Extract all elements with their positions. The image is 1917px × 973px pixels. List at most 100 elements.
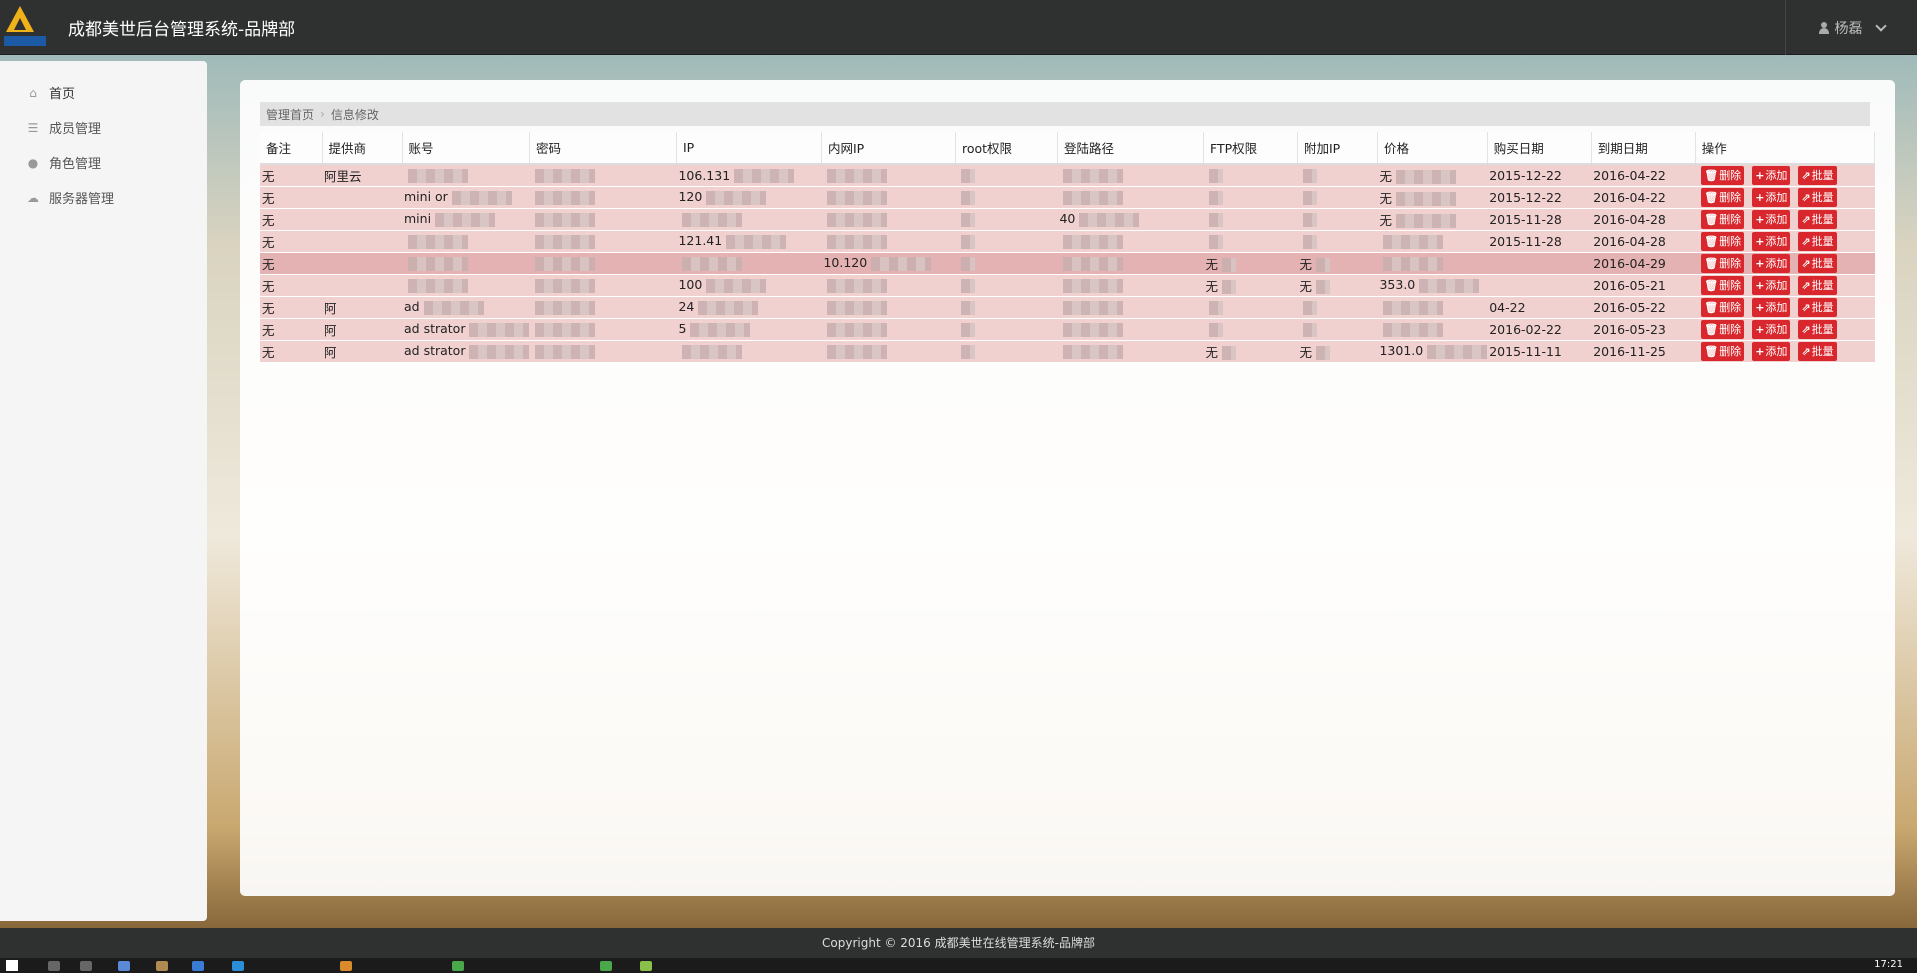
cell-text: 2015-11-28 xyxy=(1489,211,1562,227)
cell-text: 2016-04-22 xyxy=(1593,167,1666,183)
table-cell-path xyxy=(1057,164,1204,187)
table-cell-inner-ip xyxy=(821,274,956,297)
button-label: 添加 xyxy=(1765,344,1788,358)
browser-icon[interactable] xyxy=(192,961,204,971)
cell-text: mini or xyxy=(404,189,448,205)
batch-button[interactable]: ⇗批量 xyxy=(1798,341,1837,361)
add-icon: + xyxy=(1755,256,1765,270)
redacted-mosaic xyxy=(690,322,751,337)
add-button[interactable]: +添加 xyxy=(1752,319,1791,339)
cell-text: 2015-12-22 xyxy=(1489,189,1562,205)
table-cell-note: 无 xyxy=(260,186,322,209)
redacted-mosaic xyxy=(827,169,888,183)
delete-button[interactable]: 🗑删除 xyxy=(1701,275,1745,295)
add-button[interactable]: +添加 xyxy=(1752,209,1791,229)
button-label: 添加 xyxy=(1765,234,1788,248)
add-button[interactable]: +添加 xyxy=(1752,275,1791,295)
user-menu[interactable]: 杨磊 xyxy=(1785,0,1917,55)
batch-button[interactable]: ⇗批量 xyxy=(1798,253,1837,273)
breadcrumb: 管理首页 › 信息修改 xyxy=(260,102,1870,126)
delete-button[interactable]: 🗑删除 xyxy=(1701,253,1745,273)
button-label: 添加 xyxy=(1765,168,1788,182)
delete-button[interactable]: 🗑删除 xyxy=(1701,341,1745,361)
cell-text: 无 xyxy=(262,278,275,294)
app-icon[interactable] xyxy=(232,961,244,971)
app-title: 成都美世后台管理系统-品牌部 xyxy=(68,19,296,40)
batch-button[interactable]: ⇗批量 xyxy=(1798,275,1837,295)
batch-icon: ⇗ xyxy=(1801,278,1811,292)
redacted-mosaic xyxy=(961,300,976,315)
redacted-mosaic xyxy=(469,322,530,337)
table-cell-note: 无 xyxy=(260,318,322,341)
add-button[interactable]: +添加 xyxy=(1752,297,1791,317)
redacted-mosaic xyxy=(682,344,743,359)
search-icon[interactable] xyxy=(48,961,60,971)
table-row: 无 阿 ad 24 04-22 2016-05-22 🗑删除 +添加 ⇗批量 xyxy=(260,296,1875,319)
add-button[interactable]: +添加 xyxy=(1752,231,1791,251)
table-cell-provider xyxy=(322,230,402,253)
chevron-down-icon xyxy=(1874,19,1887,32)
server-table: 备注 提供商 账号 密码 IP 内网IP root权限 登陆路径 FTP权限 附… xyxy=(260,132,1876,363)
add-button[interactable]: +添加 xyxy=(1752,253,1791,273)
task-view-icon[interactable] xyxy=(80,961,92,971)
sidebar-item-members[interactable]: ☰ 成员管理 xyxy=(0,110,207,145)
delete-icon: 🗑 xyxy=(1704,168,1719,182)
table-cell-inner-ip xyxy=(821,208,956,231)
batch-button[interactable]: ⇗批量 xyxy=(1798,297,1837,317)
app-icon[interactable] xyxy=(340,961,352,971)
button-label: 删除 xyxy=(1719,190,1742,204)
windows-start-icon[interactable] xyxy=(6,960,18,971)
delete-button[interactable]: 🗑删除 xyxy=(1701,165,1745,185)
table-cell-ip: 24 xyxy=(676,296,822,319)
os-taskbar: 17:21 xyxy=(0,958,1917,973)
sidebar-item-home[interactable]: ⌂ 首页 xyxy=(0,75,207,110)
table-cell-inner-ip xyxy=(821,340,956,363)
app-icon[interactable] xyxy=(452,961,464,971)
table-cell-ops: 🗑删除 +添加 ⇗批量 xyxy=(1695,274,1875,297)
delete-button[interactable]: 🗑删除 xyxy=(1701,187,1745,207)
breadcrumb-separator-icon: › xyxy=(320,107,325,121)
app-icon[interactable] xyxy=(640,961,652,971)
button-label: 删除 xyxy=(1719,300,1742,314)
cell-text: 无 xyxy=(262,190,275,206)
breadcrumb-home[interactable]: 管理首页 xyxy=(266,106,314,123)
table-cell-root xyxy=(955,186,1058,209)
app-icon[interactable] xyxy=(600,961,612,971)
redacted-mosaic xyxy=(1209,212,1224,227)
delete-button[interactable]: 🗑删除 xyxy=(1701,319,1745,339)
redacted-mosaic xyxy=(535,169,596,183)
batch-button[interactable]: ⇗批量 xyxy=(1798,209,1837,229)
batch-button[interactable]: ⇗批量 xyxy=(1798,319,1837,339)
table-cell-inner-ip xyxy=(821,164,956,187)
sidebar-item-servers[interactable]: ☁ 服务器管理 xyxy=(0,180,207,215)
table-cell-pwd xyxy=(529,274,677,297)
table-cell-price: 无 xyxy=(1377,164,1488,187)
delete-button[interactable]: 🗑删除 xyxy=(1701,297,1745,317)
breadcrumb-current: 信息修改 xyxy=(330,107,379,122)
table-cell-path xyxy=(1057,230,1204,253)
redacted-mosaic xyxy=(1063,256,1124,271)
sidebar-item-roles[interactable]: ● 角色管理 xyxy=(0,145,207,180)
app-icon[interactable] xyxy=(118,961,130,971)
sidebar-item-label: 服务器管理 xyxy=(49,192,115,207)
table-cell-account xyxy=(402,252,530,275)
add-icon: + xyxy=(1755,278,1765,292)
delete-button[interactable]: 🗑删除 xyxy=(1701,209,1745,229)
batch-button[interactable]: ⇗批量 xyxy=(1798,231,1837,251)
delete-button[interactable]: 🗑删除 xyxy=(1701,231,1745,251)
redacted-mosaic xyxy=(1419,278,1480,293)
add-button[interactable]: +添加 xyxy=(1752,165,1791,185)
app-icon[interactable] xyxy=(156,961,168,971)
add-button[interactable]: +添加 xyxy=(1752,187,1791,207)
add-icon: + xyxy=(1755,300,1765,314)
add-button[interactable]: +添加 xyxy=(1752,341,1791,361)
redacted-mosaic xyxy=(726,234,787,249)
brand-logo[interactable] xyxy=(2,2,48,52)
batch-button[interactable]: ⇗批量 xyxy=(1798,187,1837,207)
table-cell-ip: 100 xyxy=(676,274,822,297)
cell-text: 无 xyxy=(1205,256,1218,272)
copyright-text: Copyright © 2016 成都美世在线管理系统-品牌部 xyxy=(822,936,1095,950)
table-row: 无 10.120 无 无 2016-04-29 🗑删除 +添加 ⇗批量 xyxy=(260,252,1875,275)
batch-button[interactable]: ⇗批量 xyxy=(1798,165,1837,185)
cell-text: 106.131 xyxy=(678,167,731,183)
